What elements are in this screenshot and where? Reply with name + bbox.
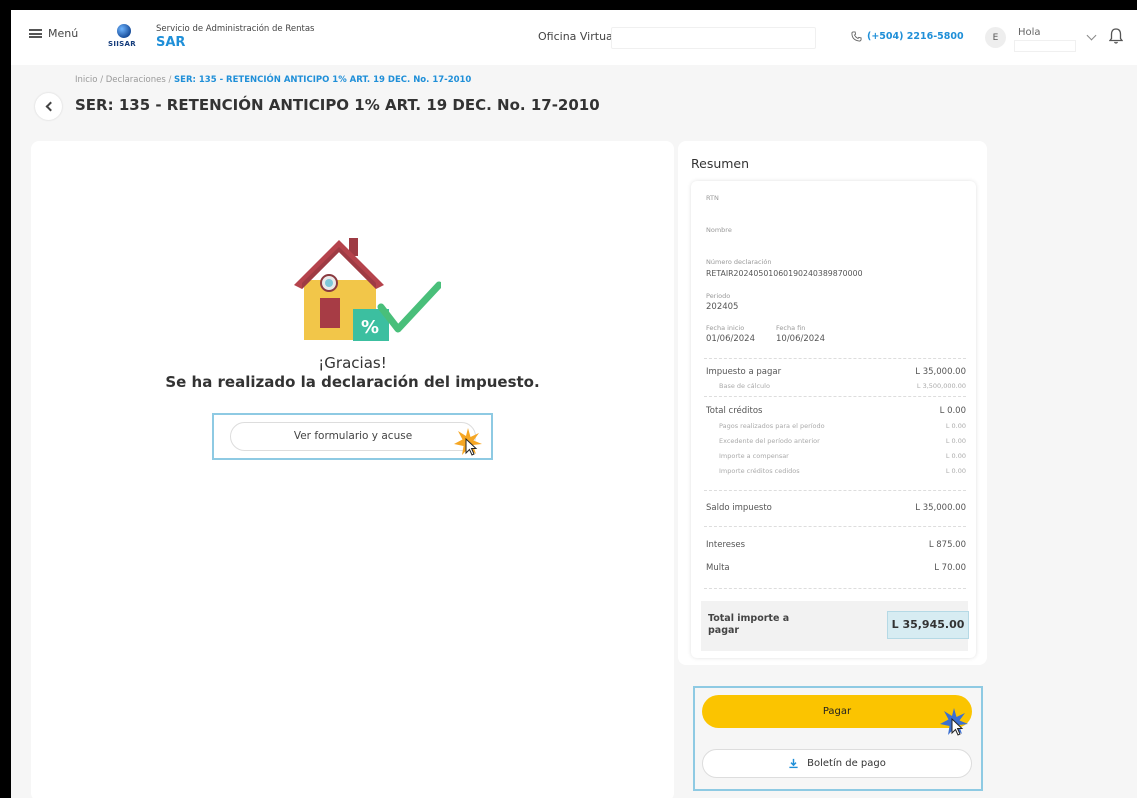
greeting: Hola [1018, 27, 1041, 38]
interest-label: Intereses [706, 540, 746, 550]
payment-slip-label: Boletín de pago [807, 758, 886, 769]
sar-logo[interactable]: SIISAR [108, 22, 142, 52]
click-cursor-icon [454, 428, 482, 456]
phone-number: (+504) 2216-5800 [867, 31, 964, 42]
breadcrumb-current: SER: 135 - RETENCIÓN ANTICIPO 1% ART. 19… [174, 75, 472, 85]
pay-button[interactable]: Pagar [702, 695, 972, 728]
menu-button[interactable]: Menú [29, 27, 78, 40]
start-date-value: 01/06/2024 [706, 334, 755, 344]
divider [704, 526, 966, 527]
thanks-heading: ¡Gracias! [318, 354, 387, 372]
balance-label: Saldo impuesto [706, 503, 772, 513]
base-value: L 3,500,000.00 [916, 382, 966, 390]
menu-icon [29, 29, 42, 38]
rtn-label: RTN [706, 194, 719, 202]
phone-contact[interactable]: (+504) 2216-5800 [851, 31, 964, 42]
declaration-number: RETAIR20240501060190240389870000 [706, 269, 863, 278]
summary-title: Resumen [691, 156, 750, 171]
logo-text: SIISAR [108, 40, 136, 48]
divider [704, 358, 966, 359]
credit-item-value: L 0.00 [945, 422, 966, 430]
top-bar: Menú SIISAR Servicio de Administración d… [11, 10, 1137, 65]
menu-label: Menú [48, 27, 79, 40]
fine-value: L 70.00 [934, 563, 966, 573]
house-check-icon: % [294, 238, 441, 341]
avatar[interactable]: E [985, 27, 1006, 48]
page-title: SER: 135 - RETENCIÓN ANTICIPO 1% ART. 19… [75, 96, 600, 114]
svg-text:%: % [361, 317, 379, 338]
end-date-label: Fecha fin [776, 324, 806, 332]
confirmation-card: % ¡Gracias! Se ha realizado la declaraci… [31, 141, 674, 798]
credits-label: Total créditos [706, 406, 763, 416]
declaration-number-label: Número declaración [706, 258, 772, 266]
office-label: Oficina Virtual [538, 30, 616, 43]
tax-value: L 35,000.00 [915, 367, 966, 377]
download-icon [789, 758, 798, 769]
fine-label: Multa [706, 563, 730, 573]
credit-item-value: L 0.00 [945, 467, 966, 475]
divider [704, 490, 966, 491]
phone-icon [851, 31, 862, 42]
office-box [611, 27, 816, 49]
brand-subtitle: Servicio de Administración de Rentas [156, 24, 315, 34]
credit-item-label: Importe créditos cedidos [719, 467, 800, 475]
click-cursor-icon [940, 708, 968, 736]
chevron-down-icon[interactable] [1086, 30, 1097, 41]
interest-value: L 875.00 [928, 540, 966, 550]
brand-name: SAR [156, 35, 186, 50]
confirmation-message: Se ha realizado la declaración del impue… [165, 373, 540, 391]
credit-item-value: L 0.00 [945, 437, 966, 445]
base-label: Base de cálculo [719, 382, 770, 390]
view-form-button[interactable]: Ver formulario y acuse [230, 422, 476, 451]
name-label: Nombre [706, 226, 732, 234]
balance-value: L 35,000.00 [915, 503, 966, 513]
credit-item-label: Pagos realizados para el período [719, 422, 825, 430]
bell-icon[interactable] [1109, 27, 1123, 45]
breadcrumb-prefix[interactable]: Inicio / Declaraciones / [75, 75, 174, 85]
total-label: Total importe a pagar [708, 613, 790, 636]
back-button[interactable] [35, 93, 62, 120]
divider [704, 396, 966, 397]
period-value: 202405 [706, 302, 739, 312]
credit-item-label: Excedente del período anterior [719, 437, 820, 445]
end-date-value: 10/06/2024 [776, 334, 825, 344]
start-date-label: Fecha inicio [706, 324, 745, 332]
divider [704, 588, 966, 589]
period-label: Periodo [706, 292, 731, 300]
payment-slip-button[interactable]: Boletín de pago [702, 749, 972, 778]
back-arrow-icon [45, 101, 55, 112]
tax-label: Impuesto a pagar [706, 367, 782, 377]
globe-icon [117, 24, 131, 38]
user-name-box [1014, 40, 1076, 52]
credits-value: L 0.00 [939, 406, 966, 416]
credit-item-value: L 0.00 [945, 452, 966, 460]
summary-details [691, 181, 976, 658]
total-value: L 35,945.00 [887, 611, 969, 639]
credit-item-label: Importe a compensar [719, 452, 789, 460]
breadcrumb: Inicio / Declaraciones / SER: 135 - RETE… [75, 75, 471, 85]
app-frame: Menú SIISAR Servicio de Administración d… [11, 10, 1137, 798]
